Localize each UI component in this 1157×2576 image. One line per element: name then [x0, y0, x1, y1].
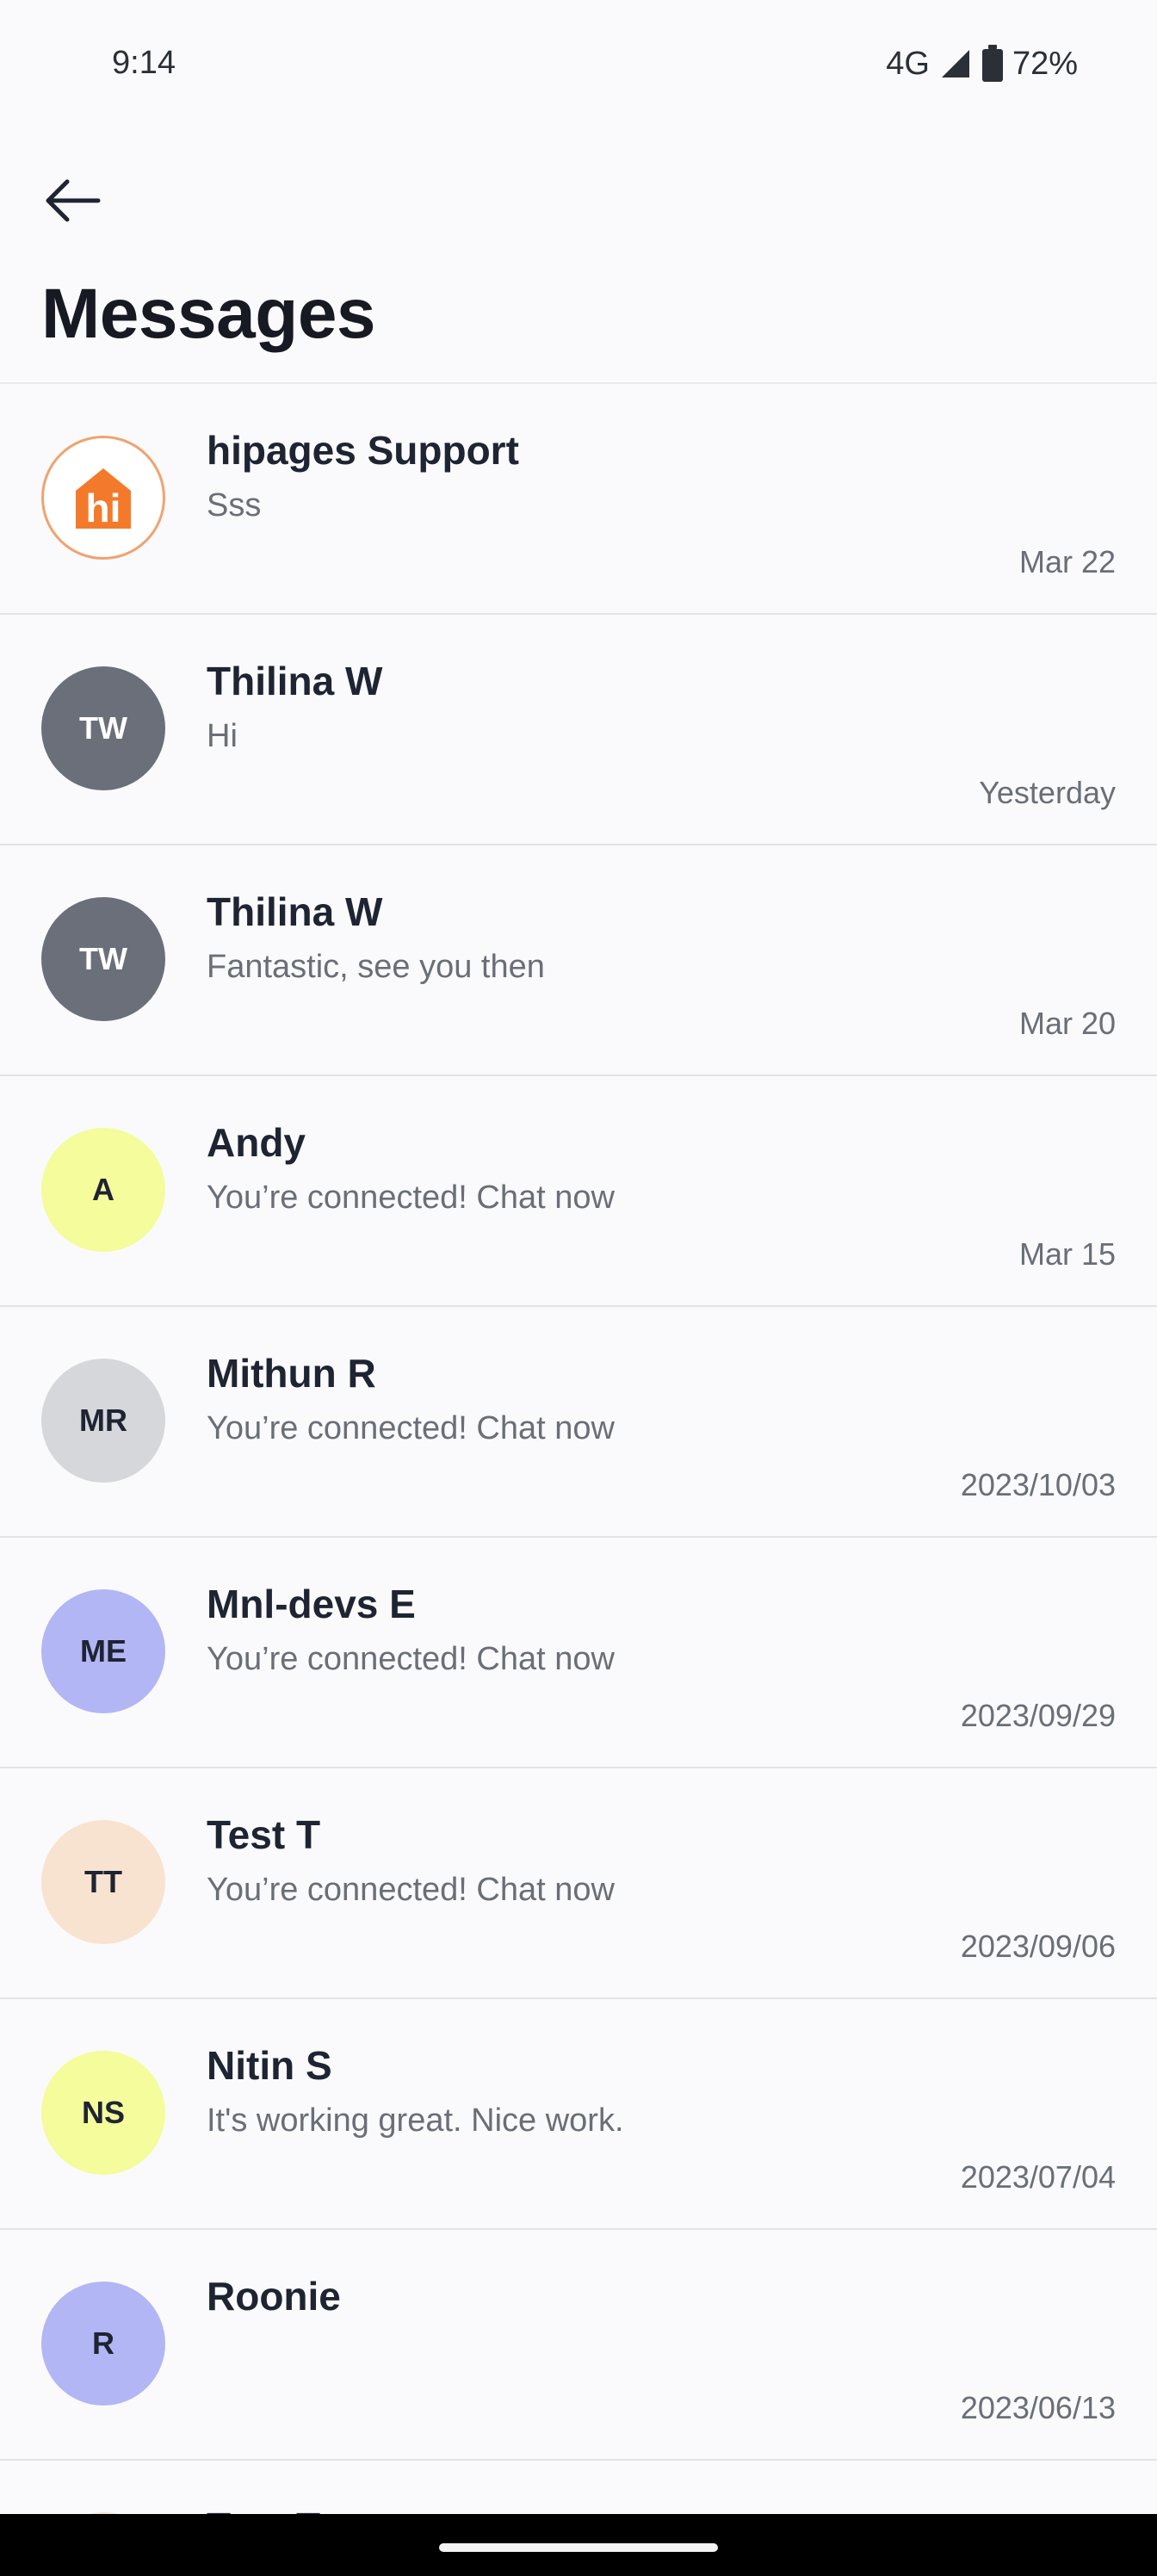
signal-icon	[938, 46, 973, 81]
message-preview: It's working great. Nice work.	[207, 2102, 624, 2139]
system-nav-bar	[0, 2514, 1157, 2576]
conversation-row[interactable]: TW Thilina W Hi Yesterday	[0, 615, 1157, 845]
message-preview: Sss	[207, 487, 262, 523]
avatar-initials: TW	[79, 941, 127, 976]
contact-name: Nitin S	[207, 2043, 332, 2088]
avatar-initials: A	[92, 1172, 114, 1207]
contact-name: Thilina W	[207, 889, 383, 934]
back-button[interactable]	[38, 172, 107, 232]
avatar-initials: R	[92, 2325, 114, 2361]
message-timestamp: 2023/07/04	[960, 2159, 1116, 2195]
avatar: MR	[41, 1359, 165, 1483]
avatar-initials: NS	[81, 2095, 125, 2130]
conversation-list: hi hipages Support Sss Mar 22 TW Thilina W Hi Y…	[0, 382, 1157, 2516]
contact-name: Test T	[207, 1812, 321, 1857]
conversation-row[interactable]: A Andy You’re connected! Chat now Mar 15	[0, 1076, 1157, 1307]
avatar: A	[41, 1128, 165, 1252]
message-timestamp: 2023/09/29	[960, 1698, 1116, 1733]
contact-name: Mnl-devs E	[207, 1582, 416, 1626]
battery-icon	[981, 45, 1004, 83]
conversation-row[interactable]: TW Thilina W Fantastic, see you then Mar 20	[0, 845, 1157, 1076]
conversation-row[interactable]: ME Mnl-devs E You’re connected! Chat now 20…	[0, 1538, 1157, 1768]
battery-level: 72%	[1012, 45, 1078, 82]
message-preview: Fantastic, see you then	[207, 949, 545, 985]
contact-name: Thilina W	[207, 659, 383, 703]
message-preview: You’re connected! Chat now	[207, 1180, 615, 1216]
avatar: ME	[41, 1589, 165, 1713]
conversation-row[interactable]: MR Mithun R You’re connected! Chat now 2023…	[0, 1307, 1157, 1538]
message-timestamp: Mar 20	[1018, 1006, 1116, 1041]
home-indicator[interactable]	[439, 2543, 718, 2552]
message-timestamp: 2023/10/03	[960, 1467, 1116, 1502]
status-indicators: 4G 72%	[886, 45, 1078, 83]
contact-name: Andy	[207, 1120, 306, 1165]
avatar: TW	[41, 897, 165, 1021]
message-preview: You’re connected! Chat now	[207, 1410, 615, 1446]
contact-name: Roonie	[207, 2274, 341, 2319]
hipages-logo-icon: hi	[41, 436, 165, 560]
avatar-initials: TW	[79, 710, 127, 746]
conversation-row[interactable]: Test T	[0, 2461, 1157, 2516]
conversation-row[interactable]: NS Nitin S It's working great. Nice work. 2…	[0, 1999, 1157, 2230]
message-timestamp: Mar 22	[1018, 544, 1116, 579]
status-time: 9:14	[112, 45, 176, 81]
page-title: Messages	[41, 275, 376, 353]
avatar-initials: ME	[80, 1633, 127, 1669]
conversation-row[interactable]: TT Test T You’re connected! Chat now 2023/0…	[0, 1768, 1157, 1999]
svg-text:hi: hi	[86, 486, 121, 530]
conversation-row[interactable]: R Roonie 2023/06/13	[0, 2230, 1157, 2461]
avatar-initials: TT	[84, 1864, 122, 1899]
contact-name: Mithun R	[207, 1351, 376, 1396]
conversation-row[interactable]: hi hipages Support Sss Mar 22	[0, 384, 1157, 615]
message-preview: Hi	[207, 718, 238, 754]
network-type: 4G	[886, 45, 930, 82]
message-timestamp: Yesterday	[979, 775, 1116, 810]
message-timestamp: 2023/06/13	[960, 2390, 1116, 2425]
message-preview: You’re connected! Chat now	[207, 1872, 615, 1908]
status-bar: 9:14 4G 72%	[0, 0, 1157, 129]
avatar: TT	[41, 1820, 165, 1944]
message-timestamp: 2023/09/06	[960, 1929, 1116, 1964]
contact-name: hipages Support	[207, 428, 519, 473]
message-timestamp: Mar 15	[1018, 1236, 1116, 1272]
avatar: TW	[41, 666, 165, 790]
avatar: NS	[41, 2051, 165, 2175]
message-preview: You’re connected! Chat now	[207, 1641, 615, 1677]
arrow-left-icon	[41, 175, 103, 231]
avatar: R	[41, 2282, 165, 2406]
avatar-initials: MR	[79, 1403, 127, 1438]
